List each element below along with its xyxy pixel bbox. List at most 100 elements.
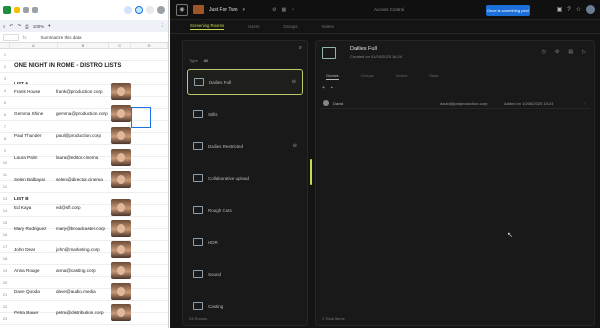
summarize-button[interactable]: Summarize this data xyxy=(41,35,82,40)
folder-icon[interactable] xyxy=(23,7,29,13)
detail-tab-stats[interactable]: Stats xyxy=(429,73,438,80)
person-email[interactable]: anna@casting.corp xyxy=(56,268,96,273)
row-number[interactable]: 23 xyxy=(0,316,10,321)
bell-icon[interactable]: ◔ xyxy=(291,7,294,13)
row-number[interactable]: 3 xyxy=(0,76,10,81)
star-icon[interactable]: ☆ xyxy=(576,6,581,13)
person-email[interactable]: paul@production.corp xyxy=(56,133,101,138)
sheet-grid[interactable]: ONE NIGHT IN ROME - DISTRO LISTS LIST A … xyxy=(0,49,168,328)
person-email[interactable]: selen@director.cinema xyxy=(56,177,103,182)
room-item[interactable]: Sound xyxy=(187,261,303,287)
zoom-select[interactable]: 100% xyxy=(33,24,45,29)
undo-icon[interactable]: ↶ xyxy=(10,23,14,29)
invite-button[interactable]: Once is something pen! xyxy=(486,5,530,16)
row-number[interactable]: 9 xyxy=(0,148,10,153)
person-name[interactable]: Mary Rodriguez xyxy=(14,226,46,231)
redo-icon[interactable]: ↷ xyxy=(17,23,21,29)
avatar[interactable] xyxy=(157,6,165,14)
person-email[interactable]: dave@audio.media xyxy=(56,289,96,294)
history-icon[interactable] xyxy=(124,6,132,14)
project-name[interactable]: Just For Two xyxy=(209,7,238,13)
search-icon[interactable]: ⌕ xyxy=(299,45,302,52)
chevron-down-icon[interactable]: ▾ xyxy=(243,7,246,13)
grid-icon[interactable]: ▦ xyxy=(282,7,287,13)
app-logo-icon[interactable]: ◉ xyxy=(176,3,188,16)
more-icon[interactable]: ⋮ xyxy=(161,23,166,29)
person-name[interactable]: Anna Rouge xyxy=(14,268,40,273)
person-email[interactable]: mary@broadcaster.corp xyxy=(56,226,105,231)
lock-icon[interactable]: ▤ xyxy=(568,49,573,55)
tab-users[interactable]: Users xyxy=(248,24,259,29)
cloud-icon[interactable] xyxy=(32,7,38,13)
name-box[interactable] xyxy=(3,33,19,41)
row-number[interactable]: 19 xyxy=(0,268,10,273)
add-icon[interactable]: + xyxy=(322,85,325,91)
person-email[interactable]: frank@production.corp xyxy=(56,89,103,94)
person-email[interactable]: laura@editor.cinema xyxy=(56,155,98,160)
search-icon[interactable]: ⌕ xyxy=(3,24,6,29)
room-item[interactable]: Dailies Restricted ⊖ xyxy=(187,133,303,159)
person-name[interactable]: Petra Bauer xyxy=(14,310,39,315)
meet-icon[interactable] xyxy=(135,6,143,14)
selected-cell[interactable] xyxy=(131,107,151,128)
gear-icon[interactable]: ⚙ xyxy=(555,49,559,55)
tab-invites[interactable]: Invites xyxy=(321,24,333,29)
clock-icon[interactable]: ◷ xyxy=(542,49,546,55)
help-icon[interactable]: ? xyxy=(567,7,570,13)
person-name[interactable]: John Dear xyxy=(14,247,35,252)
person-email[interactable]: petra@distribution.corp xyxy=(56,310,104,315)
group-icon[interactable]: ▪ xyxy=(331,85,333,91)
person-name[interactable]: Paul Thunder xyxy=(14,133,42,138)
row-number[interactable]: 15 xyxy=(0,220,10,225)
chevron-down-icon[interactable]: ▾ xyxy=(48,23,50,29)
row-number[interactable]: 8 xyxy=(0,136,10,141)
row-number[interactable]: 20 xyxy=(0,280,10,285)
person-name[interactable]: Dave Quoda xyxy=(14,289,40,294)
row-number[interactable]: 6 xyxy=(0,112,10,117)
row-number[interactable]: 18 xyxy=(0,256,10,261)
room-item[interactable]: Collaborative upload xyxy=(187,165,303,191)
row-number[interactable]: 4 xyxy=(0,88,10,93)
person-name[interactable]: Frank House xyxy=(14,89,40,94)
detail-tab-invites[interactable]: Invites xyxy=(396,73,408,80)
room-item[interactable]: Rough Cuts xyxy=(187,197,303,223)
room-item[interactable]: Dailies Full ⊖ xyxy=(187,69,303,95)
comment-icon[interactable] xyxy=(146,6,154,14)
panel-resize-handle[interactable] xyxy=(310,159,312,185)
print-icon[interactable]: ⎙ xyxy=(25,24,29,29)
star-icon[interactable] xyxy=(14,7,20,13)
more-icon[interactable]: ⋮ xyxy=(583,101,587,106)
row-number[interactable]: 7 xyxy=(0,124,10,129)
row-number[interactable]: 11 xyxy=(0,172,10,177)
play-icon[interactable]: ▷ xyxy=(582,49,586,55)
row-number[interactable]: 10 xyxy=(0,160,10,165)
type-filter-value[interactable]: All xyxy=(204,58,208,63)
row-number[interactable]: 14 xyxy=(0,208,10,213)
person-name[interactable]: Ed Kaya xyxy=(14,205,31,210)
person-email[interactable]: john@marketing.corp xyxy=(56,247,100,252)
gear-icon[interactable]: ⚙ xyxy=(272,7,276,13)
avatar[interactable] xyxy=(586,5,595,14)
row-number[interactable]: 17 xyxy=(0,244,10,249)
person-email[interactable]: ed@sfl.corp xyxy=(56,205,81,210)
row-number[interactable]: 16 xyxy=(0,232,10,237)
person-name[interactable]: Selen Balbayar xyxy=(14,177,45,182)
tab-groups[interactable]: Groups xyxy=(283,24,297,29)
row-number[interactable]: 13 xyxy=(0,196,10,201)
row-number[interactable]: 22 xyxy=(0,304,10,309)
row-number[interactable]: 5 xyxy=(0,100,10,105)
detail-tab-groups[interactable]: Groups xyxy=(361,73,374,80)
visibility-icon[interactable]: ⊖ xyxy=(292,79,296,85)
guest-row[interactable]: David david@justproduction.corp Added on 1… xyxy=(320,98,590,109)
person-name[interactable]: Gemma Shine xyxy=(14,111,43,116)
detail-tab-guests[interactable]: Guests xyxy=(326,73,339,80)
person-email[interactable]: gemma@production.corp xyxy=(56,111,108,116)
row-number[interactable]: 2 xyxy=(0,64,10,69)
row-number[interactable]: 12 xyxy=(0,184,10,189)
row-number[interactable]: 21 xyxy=(0,292,10,297)
camera-icon[interactable]: ▣ xyxy=(557,6,563,13)
row-number[interactable]: 1 xyxy=(0,52,10,57)
tab-screening-rooms[interactable]: Screening Rooms xyxy=(190,23,225,30)
room-item[interactable]: HDR xyxy=(187,229,303,255)
person-name[interactable]: Laura Palm xyxy=(14,155,38,160)
